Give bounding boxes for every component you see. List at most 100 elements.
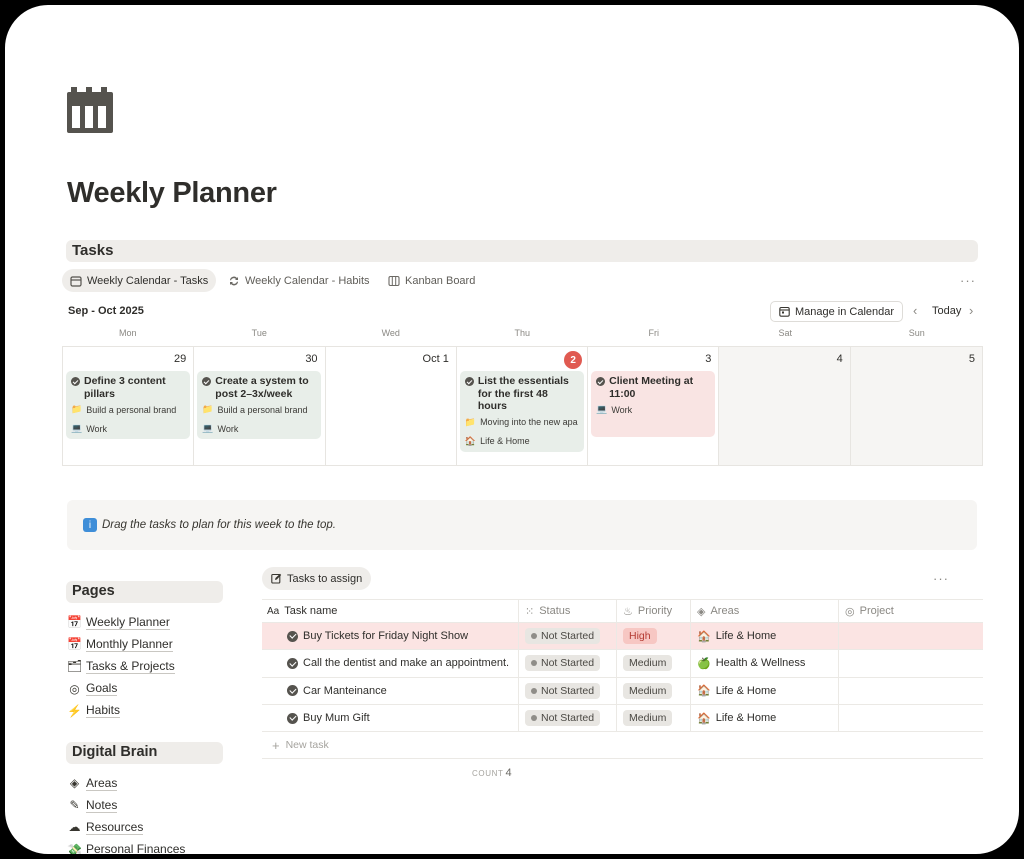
status-badge[interactable]: Not Started <box>525 710 601 727</box>
page-link-notes[interactable]: ✎ Notes <box>68 794 185 816</box>
app-window: Weekly Planner Tasks Weekly Calendar - T… <box>0 0 1024 859</box>
tab-weekly-calendar-tasks[interactable]: Weekly Calendar - Tasks <box>62 269 217 292</box>
card-area: Life & Home <box>480 436 530 446</box>
project-cell[interactable] <box>839 650 983 676</box>
page-link-goals[interactable]: ◎ Goals <box>68 678 175 700</box>
callout-text: Drag the tasks to plan for this week to … <box>102 519 336 531</box>
project-cell[interactable] <box>839 678 983 704</box>
status-badge[interactable]: Not Started <box>525 655 601 672</box>
folder-icon: 📁 <box>71 404 83 414</box>
shapes-icon: ◈ <box>697 605 706 618</box>
table-row[interactable]: Buy Tickets for Friday Night Show Not St… <box>262 623 983 651</box>
area-link[interactable]: 🏠 Life & Home <box>697 630 776 643</box>
tasks-section-heading: Tasks <box>66 240 978 262</box>
digital-brain-list: ◈ Areas ✎ Notes ☁ Resources 💸 Personal Finan… <box>67 772 186 857</box>
column-header-status[interactable]: ⁙ Status <box>519 600 617 622</box>
chevron-left-icon[interactable]: ‹ <box>913 303 917 318</box>
table-row[interactable]: Buy Mum Gift Not Started Medium 🏠 Life & … <box>262 704 983 733</box>
page-link-weekly-planner[interactable]: 📅 Weekly Planner <box>67 611 175 633</box>
priority-badge[interactable]: High <box>623 628 657 645</box>
calendar-icon <box>67 87 113 133</box>
area-link[interactable]: 🏠 Life & Home <box>697 712 776 725</box>
today-badge: 2 <box>564 351 583 369</box>
weekday-label: Sat <box>778 328 792 338</box>
activity-icon: ⚡ <box>67 703 82 718</box>
priority-badge[interactable]: Medium <box>623 682 673 699</box>
calendar-day-cell[interactable]: Oct 1 <box>326 347 457 465</box>
column-header-task-name[interactable]: Aa Task name <box>262 600 519 622</box>
weekday-label: Tue <box>251 328 267 338</box>
table-row[interactable]: Call the dentist and make an appointment… <box>262 650 983 678</box>
task-name: Buy Mum Gift <box>303 712 370 725</box>
calendar-day-cell[interactable]: 2 List the essentials for the first 48 h… <box>457 347 589 465</box>
calendar-task-card[interactable]: Client Meeting at 11:00 💻 Work <box>591 371 716 437</box>
area-label: Health & Wellness <box>715 657 806 670</box>
check-circle-icon <box>71 377 80 386</box>
row-count: COUNT 4 <box>472 767 512 779</box>
count-value: 4 <box>505 767 513 779</box>
page-title: Weekly Planner <box>67 177 277 209</box>
day-number: 3 <box>705 353 712 365</box>
tab-label: Weekly Calendar - Tasks <box>87 274 209 287</box>
column-label: Task name <box>284 605 338 617</box>
manage-in-calendar-button[interactable]: Manage in Calendar <box>770 301 904 322</box>
page-link-monthly-planner[interactable]: 📅 Monthly Planner <box>67 633 175 655</box>
page-link-areas[interactable]: ◈ Areas <box>68 772 185 794</box>
day-number: 4 <box>836 353 843 365</box>
day-number: 30 <box>305 353 318 365</box>
page-link-label: Goals <box>86 681 118 697</box>
calendar-icon: 📅 <box>67 615 82 630</box>
priority-badge[interactable]: Medium <box>623 655 673 672</box>
calendar-day-cell[interactable]: 30 Create a system to post 2–3x/week 📁 Bu… <box>194 347 326 465</box>
area-link[interactable]: 🏠 Life & Home <box>697 684 776 698</box>
weekday-label: Thu <box>514 328 530 338</box>
column-header-priority[interactable]: ♨ Priority <box>617 600 691 622</box>
page-link-personal-finances[interactable]: 💸 Personal Finances <box>67 839 186 857</box>
board-icon <box>388 275 400 286</box>
tab-kanban-board[interactable]: Kanban Board <box>380 269 483 292</box>
area-link[interactable]: 🍏 Health & Wellness <box>697 657 805 670</box>
check-circle-icon <box>464 377 474 386</box>
calendar-day-cell[interactable]: 29 Define 3 content pillars 📁 Build a per… <box>63 347 195 465</box>
more-options-icon[interactable]: ··· <box>933 571 949 586</box>
weekday-header: Mon Tue Wed Thu Fri Sat Sun <box>62 328 983 342</box>
column-label: Status <box>539 605 571 617</box>
weekday-label: Mon <box>118 328 137 338</box>
page-link-habits[interactable]: ⚡ Habits <box>67 700 175 722</box>
tab-weekly-calendar-habits[interactable]: Weekly Calendar - Habits <box>220 269 378 292</box>
column-header-areas[interactable]: ◈ Areas <box>691 600 839 622</box>
column-header-project[interactable]: ◎ Project <box>839 600 983 622</box>
column-label: Project <box>859 605 894 617</box>
calendar-day-cell[interactable]: 4 <box>719 347 851 465</box>
chevron-right-icon[interactable]: › <box>969 303 973 318</box>
calendar-task-card[interactable]: List the essentials for the first 48 hou… <box>459 371 584 452</box>
status-badge[interactable]: Not Started <box>525 628 601 645</box>
calendar-day-cell[interactable]: 5 <box>850 347 982 465</box>
priority-badge[interactable]: Medium <box>623 710 673 727</box>
laptop-icon: 💻 <box>71 423 83 433</box>
page-link-label: Personal Finances <box>86 842 186 857</box>
status-badge[interactable]: Not Started <box>525 682 601 699</box>
project-cell[interactable] <box>839 623 983 649</box>
check-circle-icon <box>596 377 606 386</box>
page-link-tasks-projects[interactable]: 🗂 Tasks & Projects <box>67 655 175 677</box>
page-link-label: Monthly Planner <box>86 636 173 652</box>
page-link-resources[interactable]: ☁ Resources <box>68 816 185 838</box>
tab-label: Kanban Board <box>405 274 476 287</box>
project-cell[interactable] <box>839 705 983 731</box>
new-task-label: New task <box>285 739 329 752</box>
new-task-button[interactable]: + New task <box>262 732 983 760</box>
more-options-icon[interactable]: ··· <box>960 273 976 288</box>
card-project: Build a personal brand <box>86 404 177 415</box>
tab-tasks-to-assign[interactable]: Tasks to assign <box>262 567 372 590</box>
calendar-day-cell[interactable]: 3 Client Meeting at 11:00 💻 Work <box>588 347 720 465</box>
calendar-icon <box>70 275 82 287</box>
calendar-task-card[interactable]: Define 3 content pillars 📁 Build a person… <box>66 371 190 439</box>
pages-section-heading: Pages <box>66 581 223 603</box>
check-circle-icon <box>287 685 298 697</box>
calendar-task-card[interactable]: Create a system to post 2–3x/week 📁 Build… <box>197 371 322 439</box>
page-link-label: Areas <box>86 775 118 791</box>
cloud-icon: ☁ <box>68 820 81 835</box>
today-button[interactable]: Today <box>932 305 961 317</box>
table-row[interactable]: Car Manteinance Not Started Medium 🏠 Life… <box>262 677 983 705</box>
